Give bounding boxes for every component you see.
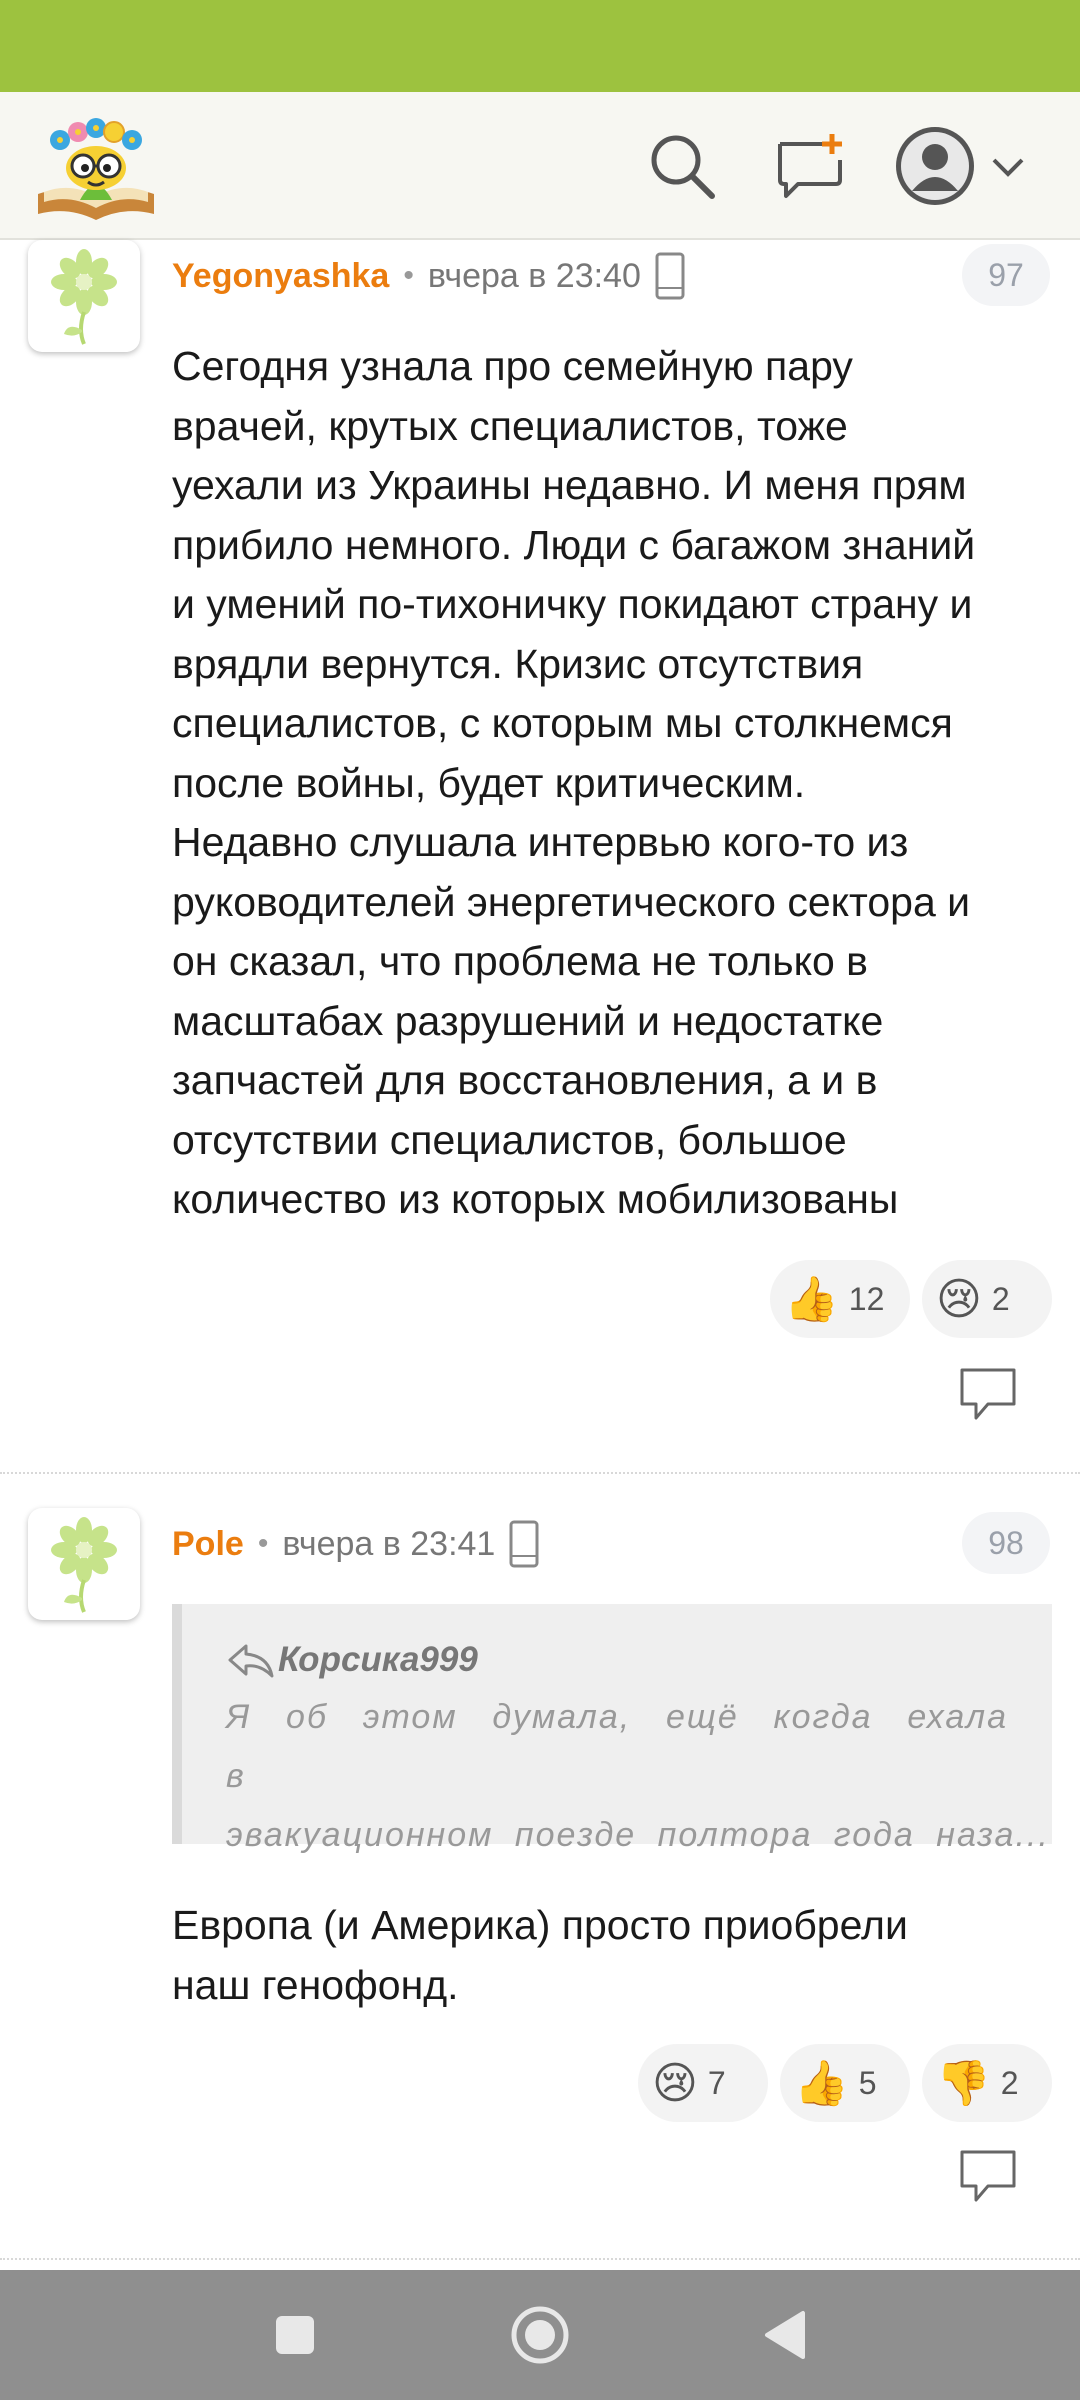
text-line: Сегодня узнала про семейную пару [172,343,853,389]
system-nav-bar [0,2270,1080,2400]
reply-button[interactable] [958,2148,1018,2204]
chevron-down-icon [992,158,1024,177]
reaction-count: 7 [707,2064,726,2101]
flower-book-logo-icon[interactable] [34,110,158,222]
comment-divider [0,2258,1080,2260]
author-name[interactable]: Yegonyashka [172,257,389,296]
text-line: отсутствии специалистов, большое [172,1116,847,1163]
comment-meta: Yegonyashka • вчера в 23:40 [172,246,687,306]
text-line: после войны, будет критическим. [172,759,806,806]
text-line: запчастей для восстановления, а и в [172,1057,878,1103]
back-triangle-icon [765,2311,805,2359]
reaction-sad[interactable]: 😢 2 [922,1260,1052,1338]
text-line: специалистов, с которым мы столкнемся [172,700,953,746]
home-circle-icon [511,2306,569,2364]
back-button[interactable] [750,2300,820,2370]
text-line: прибило немного. Люди с багажом знаний [172,521,976,568]
separator-dot: • [257,1527,269,1560]
comment-bubble-icon [960,1368,1016,1420]
comment-time: вчера в 23:40 [427,256,641,295]
text-line: и умений по-тихоничку покидают страну и [172,581,973,627]
reactions: 👍 12 😢 2 [770,1260,1052,1338]
text-line: врядли вернутся. Кризис отсутствия [172,640,864,687]
search-icon [651,135,715,199]
separator-dot: • [403,259,414,292]
comment-number-badge[interactable]: 97 [962,244,1050,306]
mobile-phone-icon [653,252,687,300]
avatar[interactable] [28,1508,140,1620]
search-button[interactable] [636,120,728,212]
quote-author: Корсика999 [278,1640,478,1679]
comment-time: вчера в 23:41 [282,1524,496,1563]
comment-divider [0,1472,1080,1474]
reaction-count: 2 [991,1280,1010,1317]
reaction-count: 2 [1000,2064,1019,2101]
text-line: масштабах разрушений и недостатке [172,997,884,1044]
profile-menu-button[interactable] [894,120,1044,212]
reaction-like[interactable]: 👍 5 [780,2044,910,2122]
reaction-count: 12 [848,1280,885,1317]
avatar[interactable] [28,240,140,352]
new-post-button[interactable] [764,120,856,212]
thumbs-up-icon: 👍 [794,2059,849,2108]
crying-face-icon: 😢 [652,2058,698,2108]
profile-avatar-icon [896,127,974,205]
quote-text-line: эвакуационном поезде полтора года наза..… [226,1816,1050,1854]
recents-button[interactable] [260,2300,330,2370]
text-line: он сказал, что проблема не только в [172,938,868,984]
new-post-icon [778,134,842,198]
reaction-count: 5 [858,2064,877,2101]
text-line: количество из которых мобилизованы [172,1176,899,1222]
comment-text: Сегодня узнала про семейную пару врачей,… [172,337,1062,1230]
comment-number-badge[interactable]: 98 [962,1512,1050,1574]
text-line: уехали из Украины недавно. И меня прям [172,462,967,508]
flower-avatar-icon [51,249,117,345]
crying-face-icon: 😢 [936,1274,982,1324]
text-line: Европа (и Америка) просто приобрели [172,1902,908,1948]
home-button[interactable] [505,2300,575,2370]
text-line: Недавно слушала интервью кого-то из [172,819,909,865]
comment-meta: Pole • вчера в 23:41 [172,1514,541,1574]
recents-square-icon [276,2316,314,2354]
text-line: наш генофонд. [172,1961,459,2008]
status-bar [0,0,1080,92]
quote-header: Корсика999 [226,1632,1008,1688]
reaction-dislike[interactable]: 👎 2 [922,2044,1052,2122]
flower-avatar-icon [51,1517,117,1613]
thumbs-down-icon: 👎 [936,2059,991,2108]
quote-text-line: Я об этом думала, ещё когда ехала в [226,1698,1008,1795]
thumbs-up-icon: 👍 [784,1275,839,1324]
reply-button[interactable] [958,1366,1018,1422]
text-line: врачей, крутых специалистов, тоже [172,402,848,449]
mobile-phone-icon [507,1520,541,1568]
comment-bubble-icon [960,2150,1016,2202]
reply-arrow-icon [228,1644,274,1678]
reactions: 😢 7 👍 5 👎 2 [638,2044,1052,2122]
reaction-like[interactable]: 👍 12 [770,1260,910,1338]
quoted-comment[interactable]: Корсика999 Я об этом думала, ещё когда е… [172,1604,1052,1854]
comment-text: Европа (и Америка) просто приобрели наш … [172,1896,1062,2015]
author-name[interactable]: Pole [172,1525,244,1564]
text-line: руководителей энергетического сектора и [172,878,971,925]
reaction-sad[interactable]: 😢 7 [638,2044,768,2122]
app-header [0,92,1080,240]
